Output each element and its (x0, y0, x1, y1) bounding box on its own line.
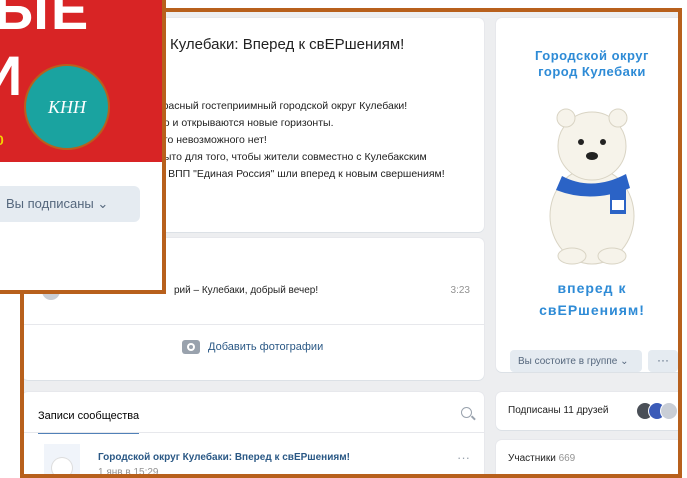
post-author-link[interactable]: Городской округ Кулебаки: Вперед к свЕРш… (98, 452, 350, 463)
divider (24, 432, 484, 433)
post-more-button[interactable]: ··· (457, 450, 470, 465)
description-line: м ВПП "Единая Россия" шли вперед к новым… (158, 168, 445, 180)
group-more-button[interactable]: ··· (648, 350, 678, 372)
tab-community-posts[interactable]: Записи сообщества (38, 410, 140, 434)
members-card[interactable]: Участники 669 (496, 440, 678, 474)
members-title: Участники (508, 453, 556, 464)
polar-bear-mascot-icon (549, 108, 635, 265)
poster-line: вперед к (557, 280, 627, 296)
group-cover: ЫЕ И 0 КНН (0, 0, 162, 162)
friends-subscribed-card[interactable]: Подписаны 11 друзей (496, 392, 678, 430)
group-title: Кулебаки: Вперед к свЕРшениям! (170, 36, 405, 53)
poster-line: Городской округ (535, 48, 649, 63)
avatar[interactable] (660, 402, 678, 420)
poster-line: свЕРшениям! (539, 302, 645, 318)
cover-text: ЫЕ (0, 0, 91, 41)
cover-text: И (0, 48, 22, 104)
membership-button[interactable]: Вы состоите в группе ⌄ (510, 350, 642, 372)
community-wall-card: Записи сообщества Городской округ Кулеба… (24, 392, 484, 474)
group-logo[interactable]: КНН (24, 64, 110, 150)
description-line: рыто для того, чтобы жители совместно с … (158, 151, 427, 163)
group-avatar-card: Городской округ город Кулебаки вперед к … (496, 18, 678, 372)
zoomed-header-overlay: ЫЕ И 0 КНН Вы подписаны ⌄ (0, 0, 166, 294)
logo-text: КНН (48, 96, 86, 117)
group-poster[interactable]: Городской округ город Кулебаки вперед к … (506, 48, 678, 328)
subscribed-button[interactable]: Вы подписаны ⌄ (0, 186, 140, 222)
description-line: но и открываются новые горизонты. (158, 117, 334, 129)
description-line: его невозможного нет! (158, 134, 267, 146)
divider (24, 324, 484, 325)
cover-text: 0 (0, 132, 4, 148)
post-date[interactable]: 1 янв в 15:29 (98, 467, 158, 474)
add-photo-label: Добавить фотографии (208, 341, 324, 353)
group-description: красный гостеприимный городской округ Ку… (158, 98, 478, 183)
search-icon[interactable] (461, 407, 472, 418)
friends-subscribed-label: Подписаны 11 друзей (508, 405, 609, 416)
members-count: 669 (558, 453, 576, 464)
add-photo-button[interactable]: Добавить фотографии (182, 340, 323, 354)
post-thumbnail[interactable] (44, 444, 80, 474)
description-line: красный гостеприимный городской округ Ку… (158, 100, 408, 112)
camera-icon (182, 340, 200, 354)
poster-line: город Кулебаки (538, 64, 646, 79)
post-time[interactable]: 3:23 (451, 285, 470, 296)
members-label: Участники 669 (508, 453, 575, 464)
post-text[interactable]: рий – Кулебаки, добрый вечер! (174, 285, 318, 296)
